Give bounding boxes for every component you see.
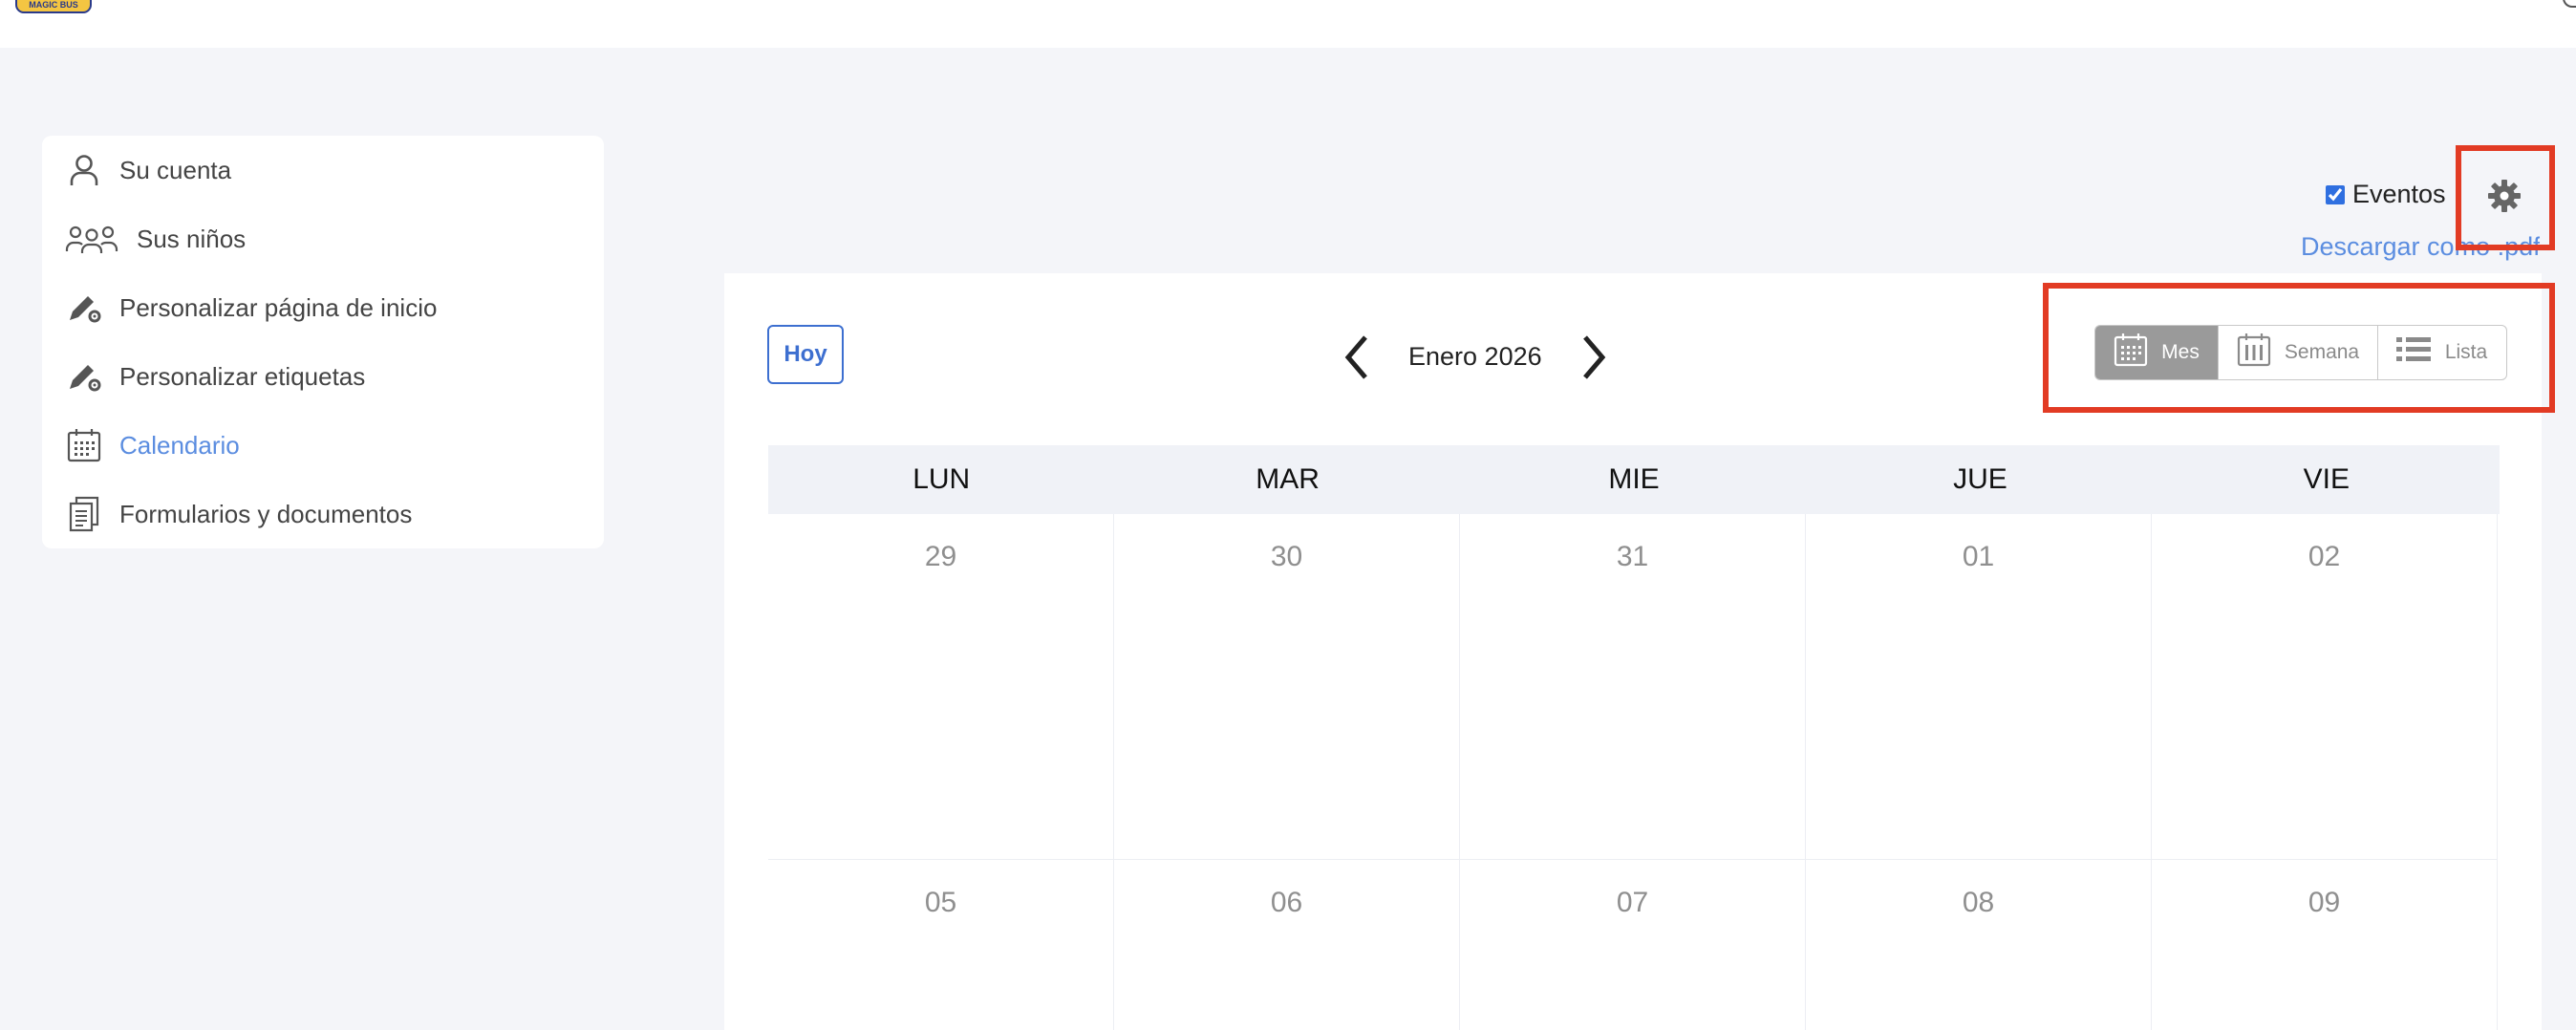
- day-number: 06: [1270, 887, 1303, 918]
- day-cell[interactable]: 08: [1806, 860, 2152, 1030]
- svg-text:MAGIC BUS: MAGIC BUS: [29, 0, 78, 10]
- sidebar-item-label: Personalizar etiquetas: [119, 361, 366, 391]
- settings-button[interactable]: [2481, 175, 2527, 221]
- sidebar-item-sus-ninos[interactable]: Sus niños: [42, 214, 604, 264]
- top-bar: MAGIC BUS: [0, 0, 2576, 48]
- next-month-button[interactable]: [1575, 333, 1613, 386]
- weekday-label: LUN: [912, 463, 971, 495]
- day-cell[interactable]: 31: [1460, 514, 1806, 860]
- month-title: Enero 2026: [1408, 342, 1542, 371]
- view-month-label: Mes: [2161, 341, 2200, 363]
- day-cell[interactable]: 09: [2152, 860, 2498, 1030]
- calendar-icon: [65, 426, 103, 464]
- gear-icon: [2485, 177, 2523, 220]
- day-number: 01: [1962, 541, 1995, 572]
- sidebar-item-personalizar-pagina[interactable]: Personalizar página de inicio: [42, 283, 604, 333]
- view-week-label: Semana: [2284, 341, 2360, 363]
- sidebar-item-label: Formularios y documentos: [119, 499, 413, 528]
- day-number: 09: [2308, 887, 2341, 918]
- events-checkbox[interactable]: [2326, 184, 2345, 204]
- sidebar-item-su-cuenta[interactable]: Su cuenta: [42, 145, 604, 195]
- sidebar-item-calendario[interactable]: Calendario: [42, 420, 604, 470]
- day-number: 31: [1616, 541, 1649, 572]
- sidebar-item-label: Su cuenta: [119, 155, 232, 184]
- day-cell[interactable]: 06: [1114, 860, 1460, 1030]
- previous-month-button[interactable]: [1338, 333, 1376, 386]
- view-list-label: Lista: [2444, 341, 2488, 363]
- documents-icon: [65, 495, 103, 533]
- day-cell[interactable]: 01: [1806, 514, 2152, 860]
- weekday-header: LUN MAR MIE JUE VIE: [768, 445, 2500, 514]
- view-list-button[interactable]: Lista: [2378, 326, 2504, 379]
- weekday-label: MAR: [1256, 463, 1320, 495]
- day-number: 02: [2308, 541, 2341, 572]
- events-label: Eventos: [2352, 180, 2446, 208]
- day-number: 08: [1962, 887, 1995, 918]
- weekday-label: MIE: [1608, 463, 1660, 495]
- month-grid: 29 30 31 01 02 05 06 07 08 09: [768, 514, 2500, 1030]
- view-switcher: Mes Semana Lista: [2094, 325, 2507, 380]
- day-cell[interactable]: 29: [768, 514, 1114, 860]
- weekday-label: VIE: [2303, 463, 2350, 495]
- today-button[interactable]: Hoy: [767, 325, 844, 384]
- day-number: 05: [924, 887, 957, 918]
- chevron-left-icon: [1342, 333, 1371, 386]
- day-number: 07: [1616, 887, 1649, 918]
- sidebar-item-personalizar-etiquetas[interactable]: Personalizar etiquetas: [42, 352, 604, 401]
- corner-icon: [2563, 0, 2576, 8]
- list-icon: [2395, 335, 2432, 370]
- weekday-label: JUE: [1953, 463, 2007, 495]
- day-cell[interactable]: 02: [2152, 514, 2498, 860]
- day-cell[interactable]: 05: [768, 860, 1114, 1030]
- users-group-icon: [65, 220, 118, 258]
- day-number: 30: [1270, 541, 1303, 572]
- chevron-right-icon: [1579, 333, 1608, 386]
- day-cell[interactable]: 07: [1460, 860, 1806, 1030]
- calendar-month-icon: [2114, 333, 2148, 373]
- sidebar-item-label: Personalizar página de inicio: [119, 292, 438, 322]
- day-cell[interactable]: 30: [1114, 514, 1460, 860]
- logo[interactable]: MAGIC BUS: [15, 0, 92, 13]
- sidebar-item-formularios[interactable]: Formularios y documentos: [42, 489, 604, 539]
- user-icon: [65, 151, 103, 189]
- sidebar-item-label: Calendario: [119, 430, 240, 460]
- events-filter: Eventos: [2326, 180, 2446, 209]
- day-number: 29: [924, 541, 957, 572]
- sidebar: Su cuenta Sus niños Personalizar página …: [42, 136, 604, 548]
- download-pdf-link[interactable]: Descargar como .pdf: [2301, 232, 2540, 262]
- edit-settings-icon: [65, 357, 103, 396]
- view-month-button[interactable]: Mes: [2095, 326, 2218, 379]
- view-week-button[interactable]: Semana: [2218, 326, 2378, 379]
- sidebar-item-label: Sus niños: [137, 224, 247, 253]
- edit-settings-icon: [65, 289, 103, 327]
- calendar-week-icon: [2237, 333, 2271, 373]
